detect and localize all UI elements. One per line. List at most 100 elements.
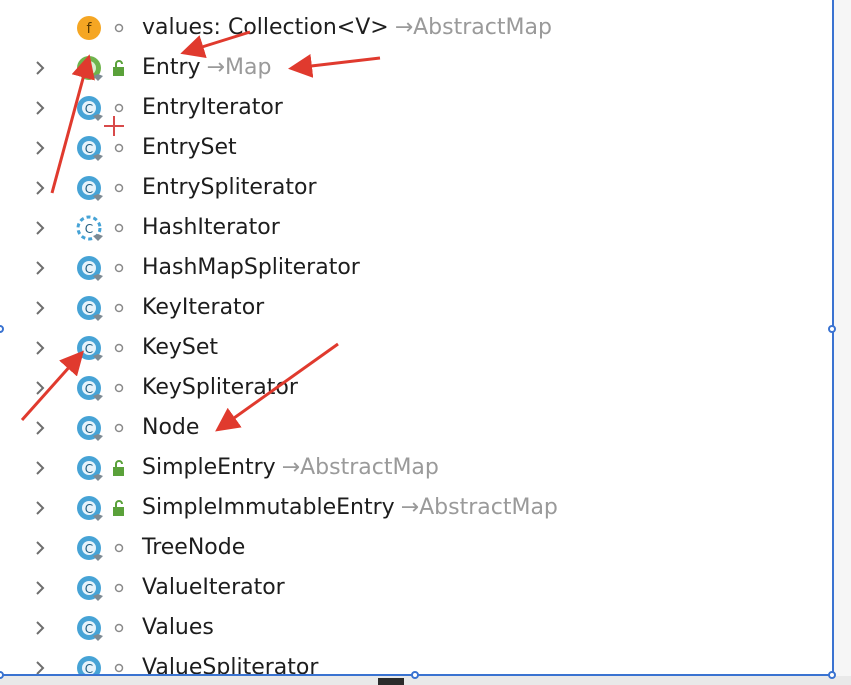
tree-row-label: EntryIterator xyxy=(142,95,283,121)
field-name: values: Collection<V> xyxy=(142,15,389,40)
class-icon: C xyxy=(74,654,106,676)
svg-text:C: C xyxy=(85,582,93,596)
class-icon: C xyxy=(74,94,106,124)
tree-row-label: Node xyxy=(142,415,199,441)
field-owner: →AbstractMap xyxy=(394,15,552,40)
chevron-right-icon[interactable] xyxy=(32,420,48,436)
tree-row-label: Values xyxy=(142,615,214,641)
package-visibility-icon xyxy=(109,139,129,157)
class-icon: C xyxy=(74,374,106,404)
owner-name: →Map xyxy=(206,55,272,80)
tree-row-label: KeySet xyxy=(142,335,218,361)
chevron-right-icon[interactable] xyxy=(32,180,48,196)
tree-row[interactable]: C KeySet xyxy=(0,328,832,368)
svg-text:C: C xyxy=(85,102,93,116)
owner-name: →AbstractMap xyxy=(281,455,439,480)
chevron-right-icon[interactable] xyxy=(32,100,48,116)
svg-text:C: C xyxy=(85,222,93,236)
tree-row-label: KeySpliterator xyxy=(142,375,298,401)
svg-text:C: C xyxy=(85,342,93,356)
svg-text:C: C xyxy=(85,622,93,636)
class-name: Entry xyxy=(142,55,201,80)
class-name: EntrySet xyxy=(142,135,237,160)
class-name: TreeNode xyxy=(142,535,246,560)
owner-name: →AbstractMap xyxy=(400,495,558,520)
class-icon: C xyxy=(74,334,106,364)
package-visibility-icon xyxy=(109,219,129,237)
structure-tree[interactable]: f values: Collection<V> →AbstractMap I Ent… xyxy=(0,0,832,676)
chevron-right-icon[interactable] xyxy=(32,540,48,556)
tree-row-label: values: Collection<V> →AbstractMap xyxy=(142,15,552,41)
tree-row[interactable]: C Values xyxy=(0,608,832,648)
svg-text:C: C xyxy=(85,262,93,276)
package-visibility-icon xyxy=(109,579,129,597)
class-name: ValueSpliterator xyxy=(142,655,319,676)
class-icon: C xyxy=(74,174,106,204)
resize-handle-bottom-right[interactable] xyxy=(828,671,836,679)
class-name: EntrySpliterator xyxy=(142,175,317,200)
tree-row[interactable]: C HashMapSpliterator xyxy=(0,248,832,288)
tree-row[interactable]: C ValueIterator xyxy=(0,568,832,608)
chevron-right-icon[interactable] xyxy=(32,340,48,356)
class-icon: C xyxy=(74,414,106,444)
abstract-class-icon: C xyxy=(74,214,106,244)
package-visibility-icon xyxy=(109,619,129,637)
tree-row[interactable]: C TreeNode xyxy=(0,528,832,568)
chevron-right-icon[interactable] xyxy=(32,300,48,316)
tree-row[interactable]: C KeySpliterator xyxy=(0,368,832,408)
svg-text:C: C xyxy=(85,302,93,316)
tree-row[interactable]: C SimpleEntry →AbstractMap xyxy=(0,448,832,488)
chevron-right-icon[interactable] xyxy=(32,460,48,476)
lock-open-icon xyxy=(109,499,129,517)
chevron-right-icon[interactable] xyxy=(32,580,48,596)
class-name: Node xyxy=(142,415,200,440)
tree-row[interactable]: C HashIterator xyxy=(0,208,832,248)
tree-row[interactable]: C EntrySet xyxy=(0,128,832,168)
class-name: KeySpliterator xyxy=(142,375,298,400)
class-icon: C xyxy=(74,454,106,484)
lock-open-icon xyxy=(109,59,129,77)
bottom-strip xyxy=(0,676,851,685)
class-name: Values xyxy=(142,615,214,640)
chevron-right-icon[interactable] xyxy=(32,380,48,396)
package-visibility-icon xyxy=(109,19,129,37)
class-icon: C xyxy=(74,294,106,324)
class-icon: C xyxy=(74,574,106,604)
svg-text:C: C xyxy=(85,382,93,396)
resize-handle-right[interactable] xyxy=(828,325,836,333)
chevron-right-icon[interactable] xyxy=(32,260,48,276)
right-gutter xyxy=(834,0,851,676)
resize-handle-bottom-center[interactable] xyxy=(411,671,419,679)
svg-text:C: C xyxy=(85,142,93,156)
tree-row[interactable]: C SimpleImmutableEntry →AbstractMap xyxy=(0,488,832,528)
class-icon: C xyxy=(74,614,106,644)
tree-row-field-values[interactable]: f values: Collection<V> →AbstractMap xyxy=(0,8,832,48)
class-name: EntryIterator xyxy=(142,95,283,120)
selection-frame-right xyxy=(832,0,834,676)
svg-text:C: C xyxy=(85,422,93,436)
chevron-right-icon[interactable] xyxy=(32,60,48,76)
tree-row-label: ValueIterator xyxy=(142,575,285,601)
class-icon: C xyxy=(74,254,106,284)
bottom-strip-mark xyxy=(378,678,404,685)
tree-row-label: ValueSpliterator xyxy=(142,655,318,676)
tree-row-label: EntrySet xyxy=(142,135,237,161)
tree-row[interactable]: C EntryIterator xyxy=(0,88,832,128)
chevron-right-icon[interactable] xyxy=(32,220,48,236)
class-name: SimpleEntry xyxy=(142,455,276,480)
package-visibility-icon xyxy=(109,379,129,397)
tree-row[interactable]: C EntrySpliterator xyxy=(0,168,832,208)
tree-row[interactable]: I Entry →Map xyxy=(0,48,832,88)
tree-row[interactable]: C Node xyxy=(0,408,832,448)
package-visibility-icon xyxy=(109,339,129,357)
package-visibility-icon xyxy=(109,299,129,317)
chevron-right-icon[interactable] xyxy=(32,620,48,636)
svg-text:I: I xyxy=(87,62,91,76)
package-visibility-icon xyxy=(109,419,129,437)
tree-row[interactable]: C KeyIterator xyxy=(0,288,832,328)
package-visibility-icon xyxy=(109,259,129,277)
svg-text:C: C xyxy=(85,542,93,556)
class-icon: C xyxy=(74,134,106,164)
chevron-right-icon[interactable] xyxy=(32,140,48,156)
chevron-right-icon[interactable] xyxy=(32,500,48,516)
